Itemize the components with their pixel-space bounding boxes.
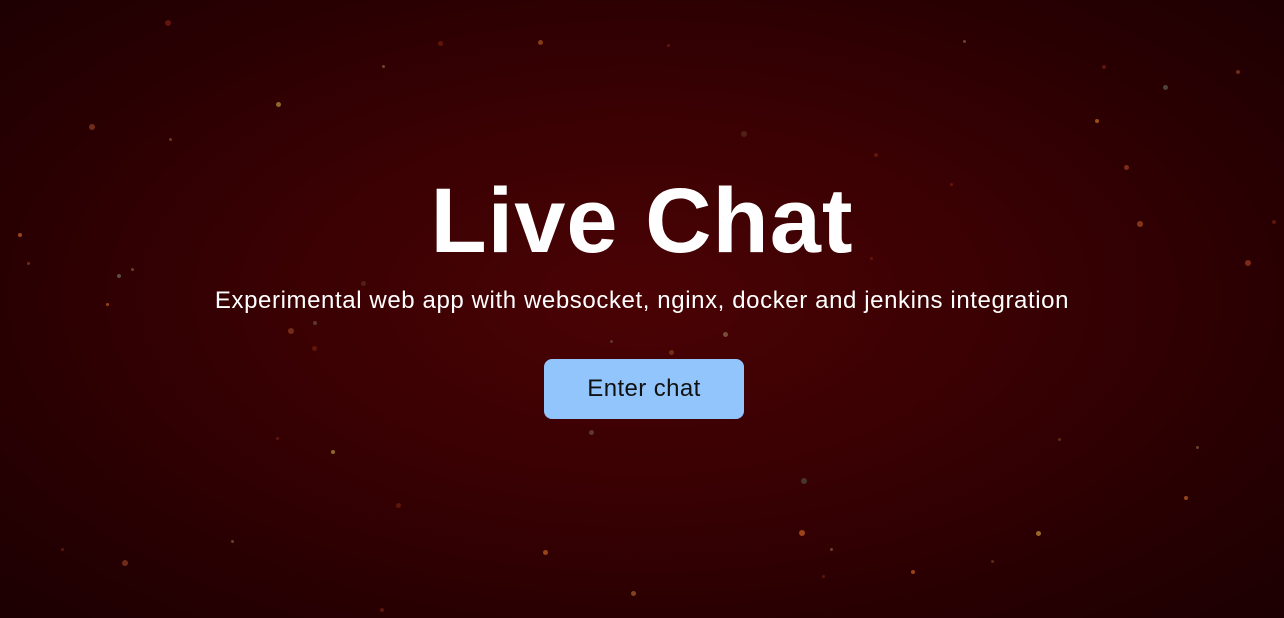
page-title: Live Chat xyxy=(430,170,854,272)
hero-section: Live Chat Experimental web app with webs… xyxy=(0,0,1284,618)
enter-chat-button[interactable]: Enter chat xyxy=(544,359,744,419)
page-subtitle: Experimental web app with websocket, ngi… xyxy=(214,287,1070,314)
